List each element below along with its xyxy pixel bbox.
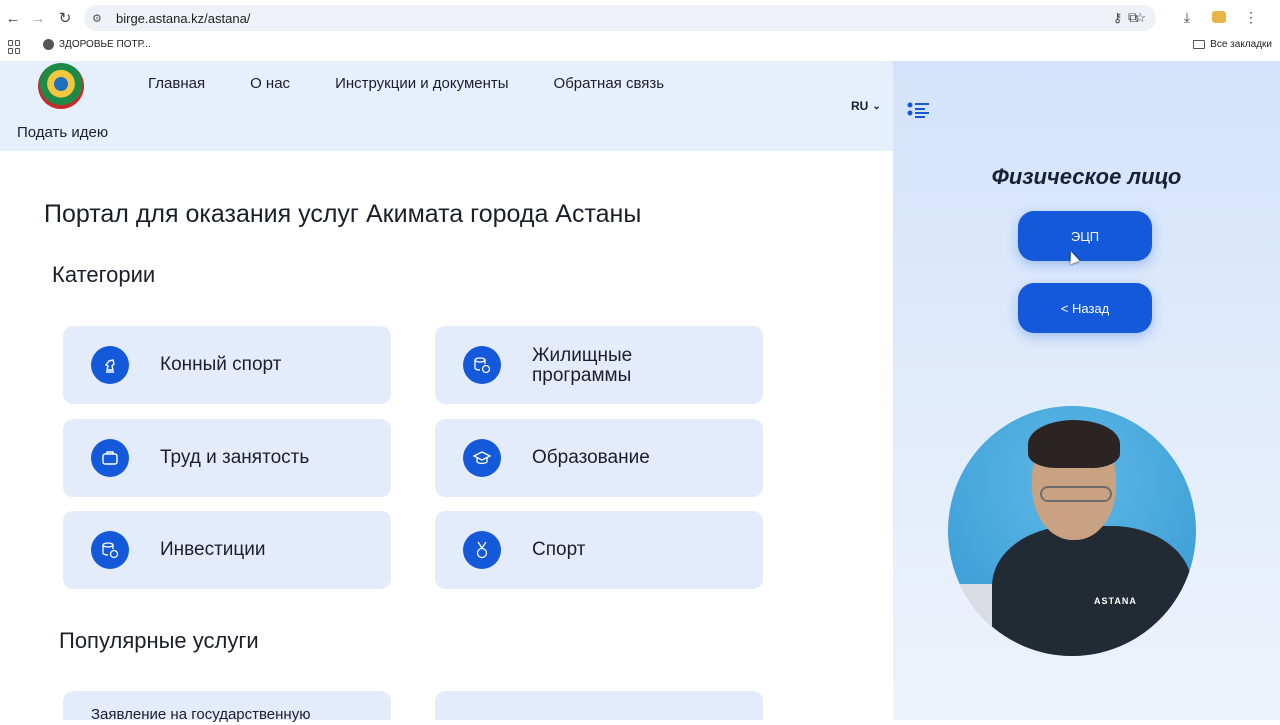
- category-label: Конный спорт: [160, 354, 282, 375]
- astana-logo[interactable]: [38, 63, 84, 109]
- category-card-sport[interactable]: Спорт: [435, 511, 763, 589]
- popular-service-card[interactable]: Заявление на государственную: [63, 691, 391, 723]
- url-text: birge.astana.kz/astana/: [116, 10, 251, 26]
- category-card-education[interactable]: Образование: [435, 419, 763, 497]
- bookmarks-bar: ЗДОРОВЬЕ ПОТР... Все закладки: [0, 36, 1280, 60]
- language-selector[interactable]: RU ⌄: [851, 99, 881, 113]
- site-info-icon[interactable]: ⚙: [92, 12, 108, 25]
- popular-service-card[interactable]: [435, 691, 763, 720]
- ecp-button[interactable]: ЭЦП: [1018, 211, 1152, 261]
- folder-icon: [1193, 40, 1206, 49]
- nav-about[interactable]: О нас: [250, 75, 290, 92]
- browser-menu-icon[interactable]: ⋮: [1242, 6, 1260, 28]
- coins-icon: [463, 346, 501, 384]
- site-header: Главная О нас Инструкции и документы Обр…: [0, 61, 893, 151]
- medal-icon: [463, 531, 501, 569]
- submit-idea-link[interactable]: Подать идею: [17, 124, 108, 141]
- all-bookmarks-label: Все закладки: [1210, 39, 1272, 50]
- extensions-icon[interactable]: ⧉: [1124, 6, 1142, 28]
- category-label: Жилищные программы: [532, 345, 633, 386]
- graduation-cap-icon: [463, 439, 501, 477]
- nav-instructions[interactable]: Инструкции и документы: [335, 75, 508, 92]
- reload-icon[interactable]: ↻: [52, 5, 78, 31]
- category-card-horse-sport[interactable]: Конный спорт: [63, 326, 391, 404]
- category-label: Инвестиции: [160, 539, 266, 560]
- categories-heading: Категории: [52, 262, 156, 287]
- briefcase-icon: [91, 439, 129, 477]
- shirt-logo: ASTANA: [1094, 596, 1137, 606]
- apps-grid-icon[interactable]: [8, 40, 22, 54]
- page-content: Главная О нас Инструкции и документы Обр…: [0, 61, 893, 723]
- page-title: Портал для оказания услуг Акимата города…: [44, 200, 642, 228]
- extension-badge-icon[interactable]: [1210, 6, 1228, 28]
- main-nav: Главная О нас Инструкции и документы Обр…: [148, 75, 664, 92]
- presenter-body: [992, 526, 1192, 656]
- popular-service-label: Заявление на государственную: [91, 706, 311, 723]
- category-card-labor[interactable]: Труд и занятость: [63, 419, 391, 497]
- popular-services-heading: Популярные услуги: [59, 628, 259, 653]
- nav-feedback[interactable]: Обратная связь: [554, 75, 665, 92]
- category-card-investments[interactable]: Инвестиции: [63, 511, 391, 589]
- download-icon[interactable]: ⤓: [1178, 6, 1196, 28]
- category-label: Спорт: [532, 539, 586, 560]
- category-label: Образование: [532, 447, 650, 468]
- address-bar[interactable]: ⚙ birge.astana.kz/astana/ ⚷ ☆: [84, 5, 1156, 31]
- all-bookmarks[interactable]: Все закладки: [1193, 39, 1272, 50]
- category-card-housing[interactable]: Жилищные программы: [435, 326, 763, 404]
- glasses: [1040, 486, 1112, 502]
- chess-knight-icon: [91, 346, 129, 384]
- toolbar-divider: [1156, 6, 1164, 28]
- globe-icon: [43, 39, 54, 50]
- category-label: Труд и занятость: [160, 447, 310, 468]
- list-menu-icon[interactable]: [907, 101, 931, 119]
- bookmark-label: ЗДОРОВЬЕ ПОТР...: [59, 39, 151, 50]
- coins-icon: [91, 531, 129, 569]
- bookmark-item[interactable]: ЗДОРОВЬЕ ПОТР...: [43, 39, 151, 50]
- panel-title: Физическое лицо: [991, 164, 1182, 189]
- presenter-hair: [1028, 420, 1120, 468]
- webcam-overlay: ASTANA: [948, 406, 1196, 656]
- chevron-down-icon: ⌄: [872, 100, 881, 112]
- back-arrow-icon[interactable]: ←: [0, 5, 26, 31]
- browser-toolbar: ← → ↻ ⚙ birge.astana.kz/astana/ ⚷ ☆ ⧉ ⤓ …: [0, 0, 1280, 36]
- password-key-icon[interactable]: ⚷: [1113, 10, 1123, 26]
- forward-arrow-icon[interactable]: →: [25, 5, 51, 31]
- back-button[interactable]: < Назад: [1018, 283, 1152, 333]
- language-label: RU: [851, 99, 869, 113]
- nav-home[interactable]: Главная: [148, 75, 205, 92]
